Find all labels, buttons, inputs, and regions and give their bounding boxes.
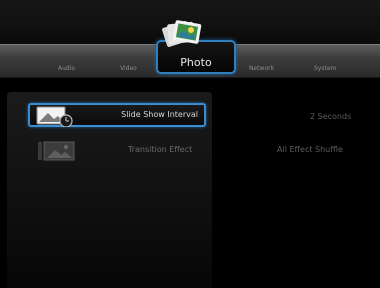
tab-system[interactable]: System [314, 65, 336, 72]
slideshow-clock-icon [36, 106, 73, 127]
setting-transition-effect-value: All Effect Shuffle [277, 145, 343, 154]
tab-network[interactable]: Network [249, 65, 274, 72]
tab-photo-label: Photo [180, 56, 212, 69]
transition-image-icon [38, 141, 75, 161]
setting-slide-show-interval-value: 2 Seconds [310, 112, 352, 121]
tab-video[interactable]: Video [120, 65, 137, 72]
photo-stack-icon [162, 20, 202, 48]
setting-label: Slide Show Interval [121, 110, 198, 119]
setting-transition-effect-label: Transition Effect [128, 145, 193, 154]
tab-audio[interactable]: Audio [58, 65, 75, 72]
